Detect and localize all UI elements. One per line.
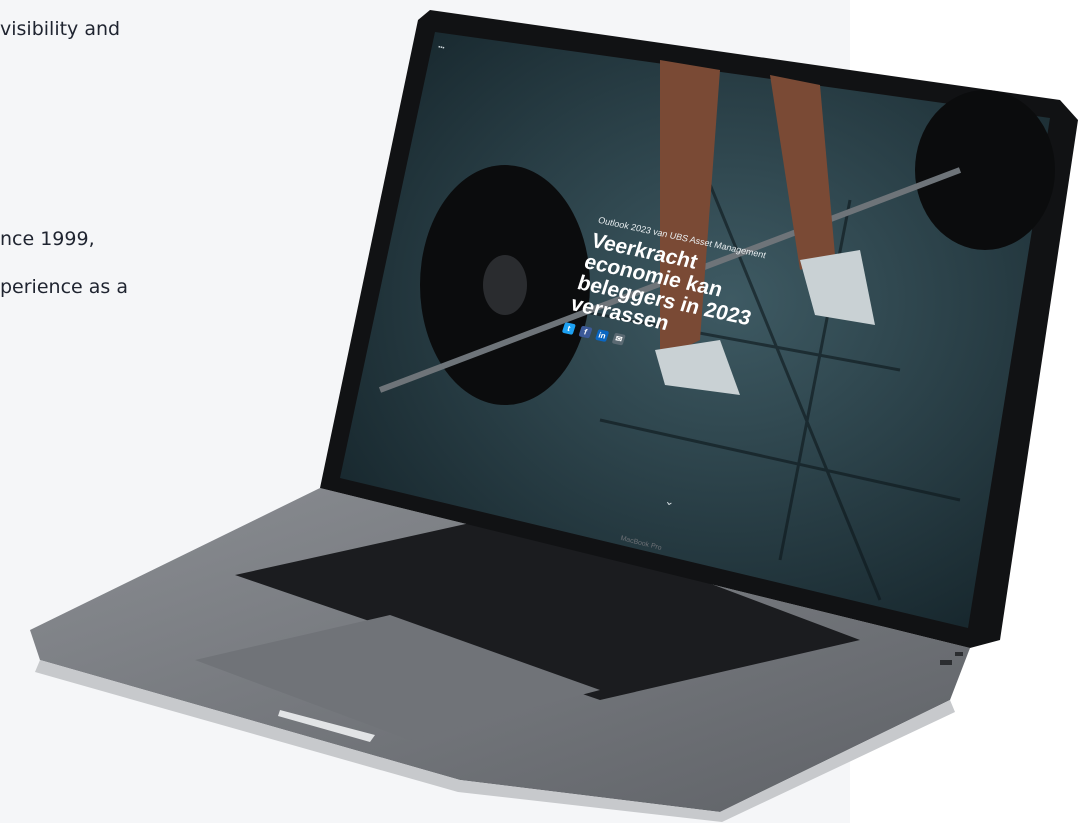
- laptop-mockup: ▪▪▪ Outlook 2023 van UBS Asset Managemen…: [0, 0, 1079, 823]
- usb-port: [955, 652, 963, 656]
- twitter-icon[interactable]: t: [561, 322, 576, 335]
- weight-plate-right: [915, 90, 1055, 250]
- facebook-icon[interactable]: f: [578, 325, 593, 339]
- site-logo: ▪▪▪: [437, 44, 445, 52]
- weight-plate-hub: [483, 255, 527, 315]
- linkedin-icon[interactable]: in: [595, 329, 610, 342]
- usb-port: [940, 660, 952, 665]
- mail-icon[interactable]: ✉: [611, 332, 626, 346]
- laptop-illustration: [30, 10, 1078, 822]
